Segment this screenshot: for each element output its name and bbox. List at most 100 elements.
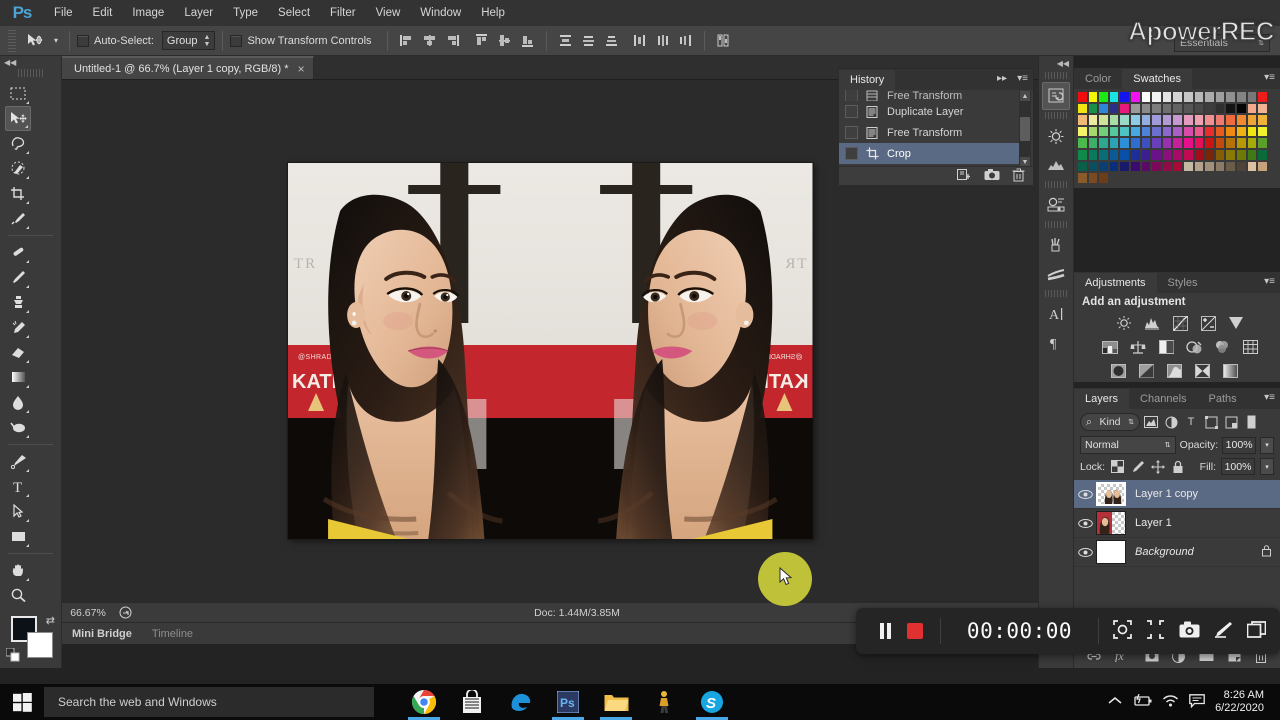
swatch-4-15[interactable] — [1235, 137, 1247, 149]
background-color-swatch[interactable] — [27, 632, 53, 658]
rail-grip-2[interactable] — [1045, 112, 1067, 119]
swatch-4-16[interactable] — [1246, 137, 1258, 149]
swatch-4-11[interactable] — [1193, 137, 1205, 149]
photoshop-taskbar-icon[interactable]: Ps — [544, 684, 592, 720]
skype-taskbar-icon[interactable]: S — [688, 684, 736, 720]
swatch-5-8[interactable] — [1161, 148, 1173, 161]
tab-layers[interactable]: Layers — [1074, 389, 1130, 409]
menu-layer[interactable]: Layer — [174, 0, 223, 26]
swatch-3-9[interactable] — [1172, 125, 1183, 138]
panel-menu-icon[interactable]: ▾≡ — [1264, 276, 1275, 287]
battery-icon[interactable] — [1132, 693, 1152, 710]
filter-type-icon[interactable]: T — [1182, 413, 1200, 431]
swatch-3-5[interactable] — [1129, 125, 1141, 138]
panel-menu-icon[interactable]: ▾≡ — [1264, 392, 1275, 403]
quick-selection-tool[interactable] — [5, 156, 31, 181]
lasso-tool[interactable] — [5, 131, 31, 156]
swatch-2-10[interactable] — [1182, 114, 1194, 126]
history-snapshot-checkbox[interactable] — [845, 90, 858, 101]
swatch-0-15[interactable] — [1235, 91, 1247, 103]
swatch-1-14[interactable] — [1225, 102, 1236, 115]
swatch-6-5[interactable] — [1129, 160, 1141, 173]
swatches-grid[interactable] — [1077, 91, 1268, 184]
tab-adjustments[interactable]: Adjustments — [1074, 273, 1157, 293]
channel-mixer-icon[interactable] — [1212, 338, 1232, 356]
menu-type[interactable]: Type — [223, 0, 268, 26]
swatch-0-13[interactable] — [1214, 91, 1226, 103]
menu-image[interactable]: Image — [122, 0, 174, 26]
color-lookup-icon[interactable] — [1240, 338, 1260, 356]
menu-select[interactable]: Select — [268, 0, 320, 26]
tab-color[interactable]: Color — [1074, 69, 1122, 89]
menu-help[interactable]: Help — [471, 0, 515, 26]
swatch-3-15[interactable] — [1235, 125, 1247, 138]
tab-swatches[interactable]: Swatches — [1122, 69, 1192, 89]
gradient-map-icon[interactable] — [1220, 362, 1240, 380]
swatch-3-1[interactable] — [1087, 125, 1099, 138]
swatch-5-9[interactable] — [1172, 148, 1183, 161]
swatch-2-13[interactable] — [1214, 114, 1226, 126]
rail-collapse-button[interactable]: ◀◀ — [1039, 56, 1073, 70]
history-item-duplicate-layer[interactable]: Duplicate Layer — [839, 101, 1019, 122]
align-left-edges-icon[interactable] — [397, 31, 416, 50]
character-rail-icon[interactable]: A — [1042, 300, 1070, 328]
swatch-0-16[interactable] — [1246, 91, 1258, 103]
swatch-6-11[interactable] — [1193, 160, 1205, 173]
swatch-6-12[interactable] — [1204, 160, 1215, 173]
adjustments-brightness-rail-icon[interactable] — [1042, 122, 1070, 150]
swatch-1-11[interactable] — [1193, 102, 1205, 115]
swatch-4-2[interactable] — [1098, 137, 1109, 149]
swatch-3-4[interactable] — [1119, 125, 1130, 138]
swatch-1-16[interactable] — [1246, 102, 1258, 115]
swatch-5-15[interactable] — [1235, 148, 1247, 161]
distribute-right-edges-icon[interactable] — [676, 31, 695, 50]
dodge-tool[interactable] — [5, 415, 31, 440]
region-capture-icon[interactable] — [1113, 620, 1132, 642]
tab-channels[interactable]: Channels — [1129, 389, 1197, 409]
swatch-2-9[interactable] — [1172, 114, 1183, 126]
path-selection-tool[interactable] — [5, 499, 31, 524]
swatch-6-1[interactable] — [1087, 160, 1099, 173]
create-new-snapshot-icon[interactable] — [984, 168, 1000, 184]
default-colors-icon[interactable] — [5, 647, 20, 665]
rectangle-tool[interactable] — [5, 524, 31, 549]
menu-window[interactable]: Window — [410, 0, 471, 26]
swatch-5-7[interactable] — [1151, 148, 1162, 161]
screenshot-icon[interactable] — [1179, 621, 1200, 641]
menu-filter[interactable]: Filter — [320, 0, 366, 26]
swatch-3-3[interactable] — [1108, 125, 1120, 138]
layer-row-layer-1[interactable]: Layer 1 — [1074, 509, 1280, 538]
align-bottom-edges-icon[interactable] — [518, 31, 537, 50]
swatch-2-6[interactable] — [1140, 114, 1152, 126]
move-tool[interactable] — [5, 106, 31, 131]
layer-name[interactable]: Layer 1 copy — [1135, 488, 1198, 500]
photo-filter-icon[interactable] — [1184, 338, 1204, 356]
brush-settings-rail-icon[interactable] — [1042, 260, 1070, 288]
pen-annotate-icon[interactable] — [1214, 621, 1233, 641]
layer-visibility-icon[interactable] — [1074, 518, 1096, 529]
rail-grip-3[interactable] — [1045, 181, 1067, 188]
swatch-4-1[interactable] — [1087, 137, 1099, 149]
panel-menu-icon[interactable]: ▾≡ — [1264, 72, 1275, 83]
swatch-2-2[interactable] — [1098, 114, 1109, 126]
blend-mode-dropdown[interactable]: Normal ⇅ — [1080, 436, 1176, 454]
filter-smart-object-icon[interactable] — [1222, 413, 1240, 431]
opacity-value[interactable]: 100% — [1222, 436, 1257, 454]
exposure-icon[interactable] — [1198, 314, 1218, 332]
swatch-6-16[interactable] — [1246, 160, 1258, 173]
swatch-6-4[interactable] — [1119, 160, 1130, 173]
swatch-6-3[interactable] — [1108, 160, 1120, 173]
filter-pixel-icon[interactable] — [1142, 413, 1160, 431]
swatch-2-5[interactable] — [1129, 114, 1141, 126]
swatch-1-1[interactable] — [1087, 102, 1099, 115]
layer-name[interactable]: Background — [1135, 546, 1194, 558]
swatch-5-6[interactable] — [1140, 148, 1152, 161]
hue-saturation-icon[interactable] — [1100, 338, 1120, 356]
align-horizontal-centers-icon[interactable] — [420, 31, 439, 50]
swatch-6-15[interactable] — [1235, 160, 1247, 173]
swatch-1-5[interactable] — [1129, 102, 1141, 115]
swatch-5-2[interactable] — [1098, 148, 1109, 161]
swatch-0-11[interactable] — [1193, 91, 1205, 103]
vibrance-icon[interactable] — [1226, 314, 1246, 332]
hand-tool[interactable] — [5, 558, 31, 583]
